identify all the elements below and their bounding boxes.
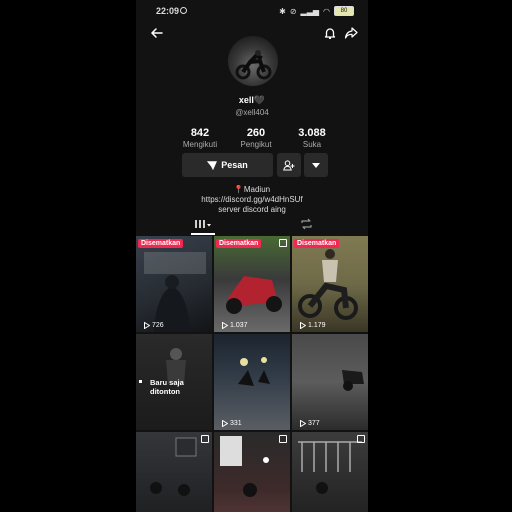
wifi-icon: ◠ (323, 6, 330, 16)
video-tile-3[interactable]: Disematkan 1.179 (292, 236, 368, 332)
video-tile-2[interactable]: Disematkan 1.037 (214, 236, 290, 332)
view-count: 1.037 (222, 322, 248, 329)
view-count: 726 (144, 322, 164, 329)
phone-screen: 22:09 ✱ ⊘ ▂▃▅ ◠ 80 xell🖤 @xell404 842 Me… (136, 0, 368, 512)
more-options-button[interactable] (304, 153, 328, 177)
video-tile-4[interactable]: Baru saja ditonton (136, 334, 212, 430)
motorcycle-photo (235, 50, 272, 80)
multi-photo-icon (279, 239, 287, 247)
poster-figure (220, 436, 269, 497)
add-friend-button[interactable] (277, 153, 301, 177)
content-tabs (136, 214, 368, 236)
stat-likes-label: Suka (302, 140, 322, 149)
fence-figure (298, 441, 362, 494)
play-icon (300, 322, 306, 329)
stat-likes-value: 3.088 (298, 127, 326, 139)
send-icon (207, 160, 218, 170)
pin-icon: 📍 (233, 185, 244, 194)
video-grid: Disematkan 726 Disematkan 1.037 Disematk… (136, 236, 368, 512)
whatsapp-icon (180, 7, 187, 14)
location-text: Madiun (243, 185, 271, 194)
message-button[interactable]: Pesan (182, 153, 273, 177)
username: xell🖤 (238, 95, 266, 105)
battery-icon: 80 (334, 6, 354, 16)
view-count: 377 (300, 420, 320, 427)
tag-marker (139, 380, 142, 383)
play-icon (222, 420, 228, 427)
stat-following[interactable]: 842 Mengikuti (170, 127, 230, 149)
play-icon (144, 322, 150, 329)
bluetooth-icon: ✱ (279, 6, 286, 16)
message-button-label: Pesan (221, 160, 248, 170)
status-icons: ✱ ⊘ ▂▃▅ ◠ 80 (279, 6, 354, 16)
bio-location: 📍Madiun (136, 185, 368, 194)
recently-watched-label: Baru saja ditonton (150, 378, 184, 396)
view-count-value: 377 (308, 420, 320, 427)
rider-figure (298, 249, 358, 320)
mute-icon: ⊘ (289, 6, 297, 16)
pinned-badge: Disematkan (138, 239, 184, 248)
active-tab-indicator (191, 233, 215, 235)
multi-photo-icon (201, 435, 209, 443)
garage-figure (150, 437, 197, 496)
view-count-value: 726 (152, 322, 164, 329)
pinned-badge: Disematkan (216, 239, 262, 248)
stat-followers[interactable]: 260 Pengikut (226, 127, 286, 149)
video-tile-9[interactable] (292, 432, 368, 512)
view-count-value: 1.179 (308, 322, 326, 329)
bio-text: server discord aing (218, 205, 286, 214)
view-count: 331 (222, 420, 242, 427)
parked-motorcycle (342, 370, 364, 391)
stat-following-value: 842 (190, 127, 210, 139)
multi-photo-icon (279, 435, 287, 443)
person-figure (154, 275, 190, 332)
play-icon (300, 420, 306, 427)
motorcycle-figure (226, 276, 282, 314)
play-icon (222, 322, 228, 329)
grid-tab-icon[interactable] (194, 219, 212, 229)
stat-followers-value: 260 (246, 127, 266, 139)
view-count: 1.179 (300, 322, 326, 329)
video-tile-5[interactable]: 331 (214, 334, 290, 430)
pinned-badge: Disematkan (294, 239, 340, 248)
view-count-value: 1.037 (230, 322, 248, 329)
video-tile-6[interactable]: 377 (292, 334, 368, 430)
multi-photo-icon (357, 435, 365, 443)
stat-following-label: Mengikuti (182, 140, 218, 149)
video-tile-7[interactable] (136, 432, 212, 512)
avatar[interactable] (228, 36, 278, 86)
repost-tab-icon[interactable] (300, 218, 313, 230)
add-person-icon (283, 159, 295, 170)
caret-down-icon (312, 162, 320, 168)
video-tile-1[interactable]: Disematkan 726 (136, 236, 212, 332)
riders-figure (238, 357, 270, 386)
video-tile-8[interactable] (214, 432, 290, 512)
signal-icon: ▂▃▅ (300, 6, 320, 16)
share-icon[interactable] (344, 26, 358, 40)
user-handle: @xell404 (235, 108, 269, 117)
stat-followers-label: Pengikut (240, 140, 272, 149)
view-count-value: 331 (230, 420, 242, 427)
stat-likes[interactable]: 3.088 Suka (282, 127, 342, 149)
bell-icon[interactable] (323, 26, 337, 40)
back-arrow-icon[interactable] (150, 26, 164, 40)
status-bar: 22:09 ✱ ⊘ ▂▃▅ ◠ 80 (136, 0, 368, 22)
bio-link[interactable]: https://discord.gg/w4dHnSUf (136, 195, 368, 204)
status-time: 22:09 (156, 6, 180, 16)
